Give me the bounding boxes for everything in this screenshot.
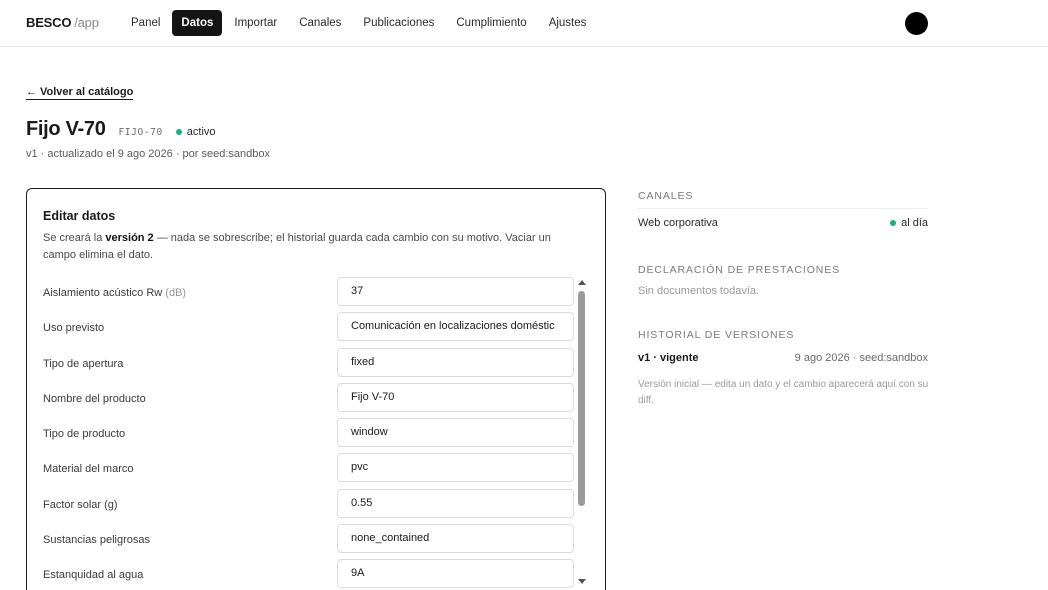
brand-logo[interactable]: BESCO/app [26, 15, 99, 30]
version-history-section: Historial de versiones v1 · vigente 9 ag… [638, 329, 928, 408]
field-unit: (dB) [165, 287, 187, 299]
status-badge: activo [175, 126, 216, 138]
version-row[interactable]: v1 · vigente 9 ago 2026 · seed:sandbox [638, 352, 928, 364]
desc-version: versión 2 [105, 232, 154, 244]
declarations-empty-text: Sin documentos todavía. [638, 285, 760, 297]
field-label-text: Aislamiento acústico Rw [43, 287, 163, 299]
field-label: Nombre del producto [43, 392, 146, 405]
product-meta: v1 · actualizado el 9 ago 2026 · por see… [26, 148, 270, 160]
field-row: Aislamiento acústico Rw (dB) 37 [27, 277, 587, 312]
channels-heading: Canales [638, 190, 928, 209]
nav-canales[interactable]: Canales [289, 10, 351, 36]
field-label: Tipo de apertura [43, 357, 124, 370]
channel-name: Web corporativa [638, 217, 718, 229]
field-row: Tipo de apertura fixed [27, 347, 587, 383]
nav-publicaciones[interactable]: Publicaciones [353, 10, 444, 36]
field-row: Factor solar (g) 0.55 [27, 488, 587, 524]
product-type-input[interactable]: window [337, 418, 574, 448]
field-list: Aislamiento acústico Rw (dB) 37 Uso prev… [27, 277, 587, 590]
scroll-up-arrow-icon[interactable] [578, 280, 586, 285]
field-row: Uso previsto Comunicación en localizacio… [27, 312, 587, 347]
edit-data-panel: Editar datos Se creará la versión 2 — na… [26, 188, 606, 590]
water-tightness-input[interactable]: 9A [337, 559, 574, 589]
product-name-input[interactable]: Fijo V-70 [337, 382, 574, 412]
channel-status-label: al día [901, 217, 928, 229]
scrollbar-thumb[interactable] [578, 291, 585, 506]
dangerous-substances-input[interactable]: none_contained [337, 524, 574, 554]
nav-ajustes[interactable]: Ajustes [539, 10, 597, 36]
edit-panel-title: Editar datos [43, 209, 116, 223]
page-title: Fijo V-70 [26, 118, 106, 140]
brand-sub: /app [74, 15, 99, 30]
channels-section: Canales Web corporativa al día [638, 190, 928, 229]
version-meta: 9 ago 2026 · seed:sandbox [794, 352, 928, 364]
intended-use-input[interactable]: Comunicación en localizaciones doméstic [337, 312, 574, 342]
status-label: activo [186, 126, 216, 138]
edit-panel-description: Se creará la versión 2 — nada se sobresc… [43, 230, 583, 263]
brand-name: BESCO [26, 15, 72, 30]
field-label: Sustancias peligrosas [43, 534, 151, 547]
field-label: Material del marco [43, 463, 134, 476]
field-row: Material del marco pvc [27, 453, 587, 488]
channel-status: al día [890, 217, 928, 229]
product-header: Fijo V-70 FIJO-70 activo [26, 118, 216, 141]
declarations-heading: Declaración de prestaciones [638, 264, 841, 276]
nav-datos[interactable]: Datos [172, 10, 223, 36]
main-nav: Panel Datos Importar Canales Publicacion… [121, 10, 598, 36]
nav-cumplimiento[interactable]: Cumplimiento [446, 10, 536, 36]
field-label: Factor solar (g) [43, 498, 118, 511]
top-bar: BESCO/app Panel Datos Importar Canales P… [0, 0, 1048, 47]
field-label: Aislamiento acústico Rw (dB) [43, 287, 186, 299]
field-row: Nombre del producto Fijo V-70 [27, 382, 587, 418]
back-link-label: Volver al catálogo [40, 86, 134, 98]
version-note: Versión inicial — edita un dato y el cam… [638, 379, 929, 406]
opening-type-input[interactable]: fixed [337, 347, 574, 377]
version-history-heading: Historial de versiones [638, 329, 795, 341]
solar-factor-input[interactable]: 0.55 [337, 488, 574, 518]
arrow-left-icon: ← [26, 86, 37, 98]
field-label: Tipo de producto [43, 428, 126, 441]
desc-pre: Se creará la [43, 232, 106, 244]
field-label: Estanquidad al agua [43, 569, 144, 582]
field-row: Sustancias peligrosas none_contained [27, 524, 587, 559]
acoustic-insulation-input[interactable]: 37 [337, 277, 574, 306]
version-name: v1 · vigente [638, 352, 699, 364]
product-code: FIJO-70 [118, 127, 163, 138]
field-row: Estanquidad al agua 9A [27, 559, 587, 590]
field-row: Tipo de producto window [27, 418, 587, 453]
declarations-section: Declaración de prestaciones Sin document… [638, 264, 928, 297]
status-dot-icon [175, 129, 182, 135]
status-dot-icon [890, 220, 897, 226]
nav-importar[interactable]: Importar [224, 10, 287, 36]
back-to-catalog-link[interactable]: ← Volver al catálogo [26, 86, 134, 100]
nav-panel[interactable]: Panel [121, 10, 170, 36]
channel-row[interactable]: Web corporativa al día [638, 217, 928, 229]
user-avatar[interactable] [905, 12, 928, 35]
frame-material-input[interactable]: pvc [337, 453, 574, 483]
scroll-down-arrow-icon[interactable] [578, 579, 586, 584]
field-label: Uso previsto [43, 322, 105, 335]
